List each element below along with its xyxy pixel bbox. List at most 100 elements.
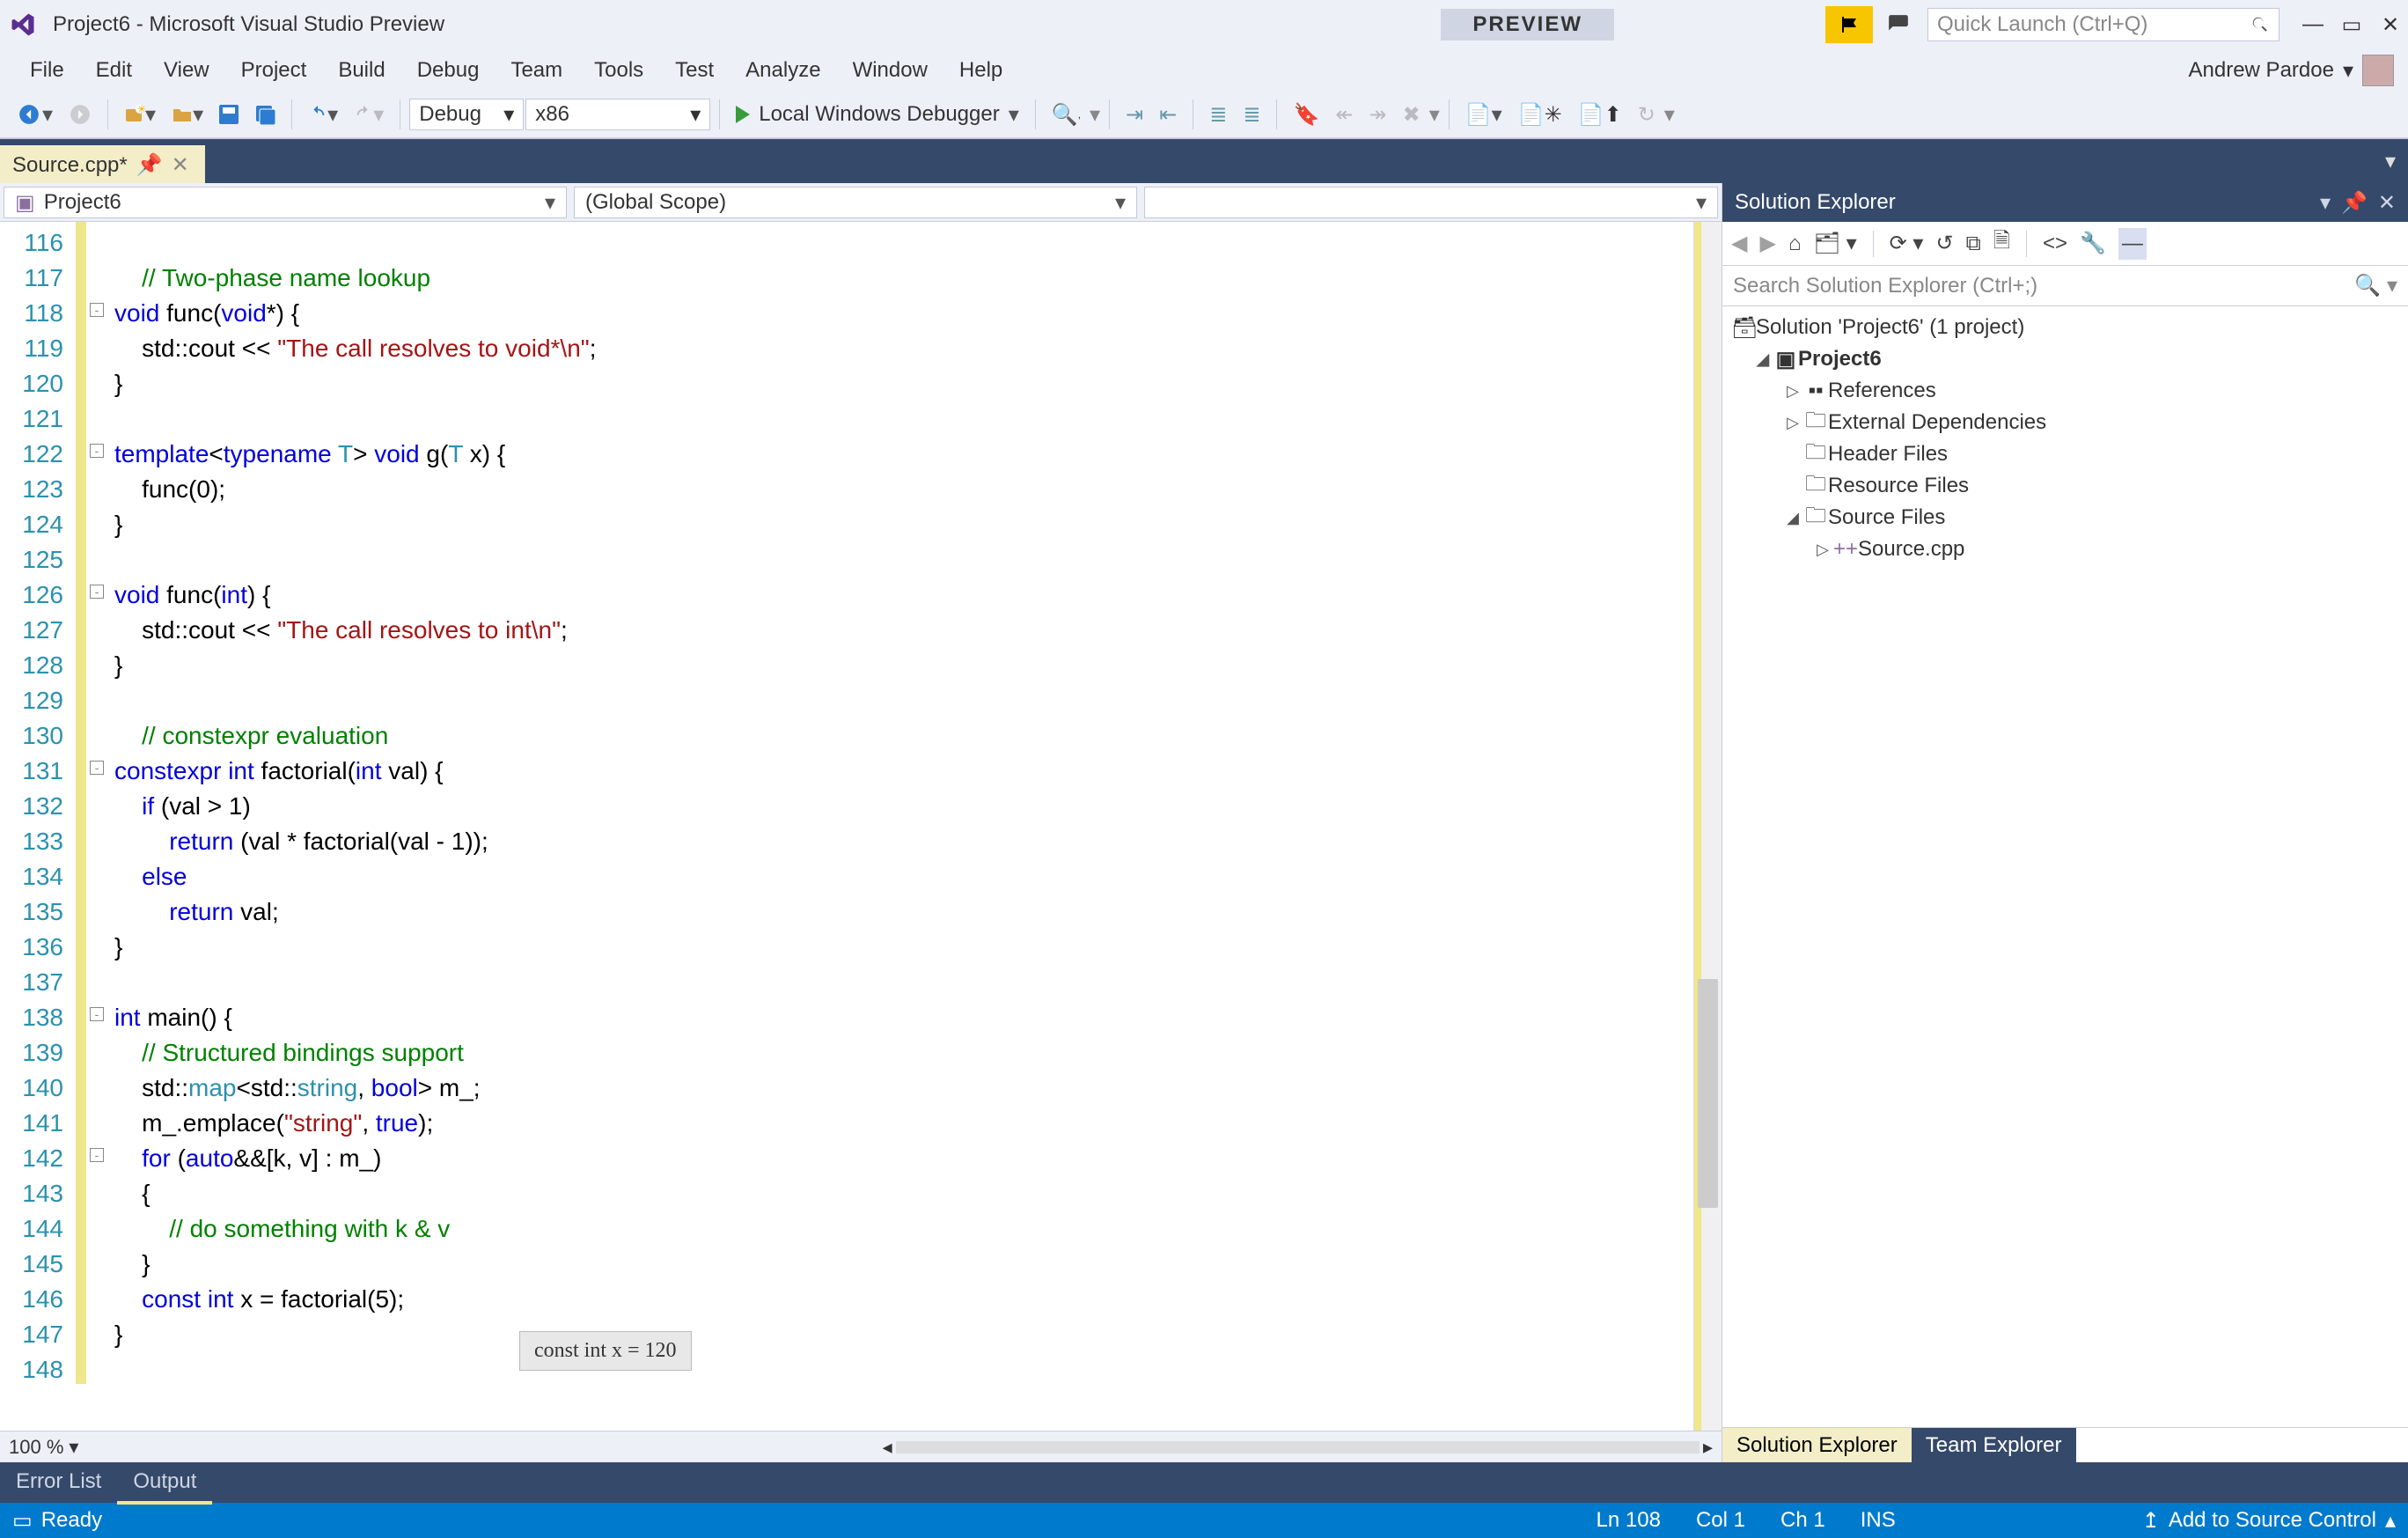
bk-next-button[interactable]: ↠ <box>1362 99 1393 131</box>
project-dropdown[interactable]: ▣Project6▾ <box>4 187 567 218</box>
panel-pin-icon[interactable]: 📌 <box>2341 190 2368 216</box>
solution-config-dropdown[interactable]: Debug▾ <box>409 99 524 130</box>
close-tab-icon[interactable]: ✕ <box>172 152 189 178</box>
play-icon <box>736 106 750 123</box>
menu-project[interactable]: Project <box>225 55 323 86</box>
indent-right-button[interactable]: ≣ <box>1236 99 1267 131</box>
se-refresh-icon[interactable]: ↺ <box>1935 231 1953 256</box>
status-source-control[interactable]: ↥ Add to Source Control ▴ <box>2142 1508 2396 1534</box>
line-number-gutter: 1161171181191201211221231241251261271281… <box>0 222 76 1431</box>
user-name[interactable]: Andrew Pardoe <box>2189 58 2334 83</box>
panel-options-icon[interactable]: ▾ <box>2320 190 2331 216</box>
scope-dropdown[interactable]: (Global Scope)▾ <box>574 187 1137 218</box>
quick-launch-input[interactable]: Quick Launch (Ctrl+Q) <box>1927 8 2280 41</box>
menu-tools[interactable]: Tools <box>578 55 659 86</box>
preview-badge: PREVIEW <box>1441 9 1614 40</box>
tree-source-files[interactable]: ◢🗀Source Files <box>1722 502 2408 534</box>
bookmark-button[interactable]: 🔖 <box>1286 99 1326 131</box>
hscroll-right[interactable]: ▸ <box>1703 1436 1713 1459</box>
document-tab-source[interactable]: Source.cpp* 📌 ✕ <box>0 145 205 183</box>
code-text[interactable]: // Two-phase name lookupvoid func(void*)… <box>107 222 1722 1431</box>
new-class-button[interactable]: 📄✳ <box>1511 99 1569 131</box>
se-solution-icon[interactable]: 🗂 ▾ <box>1813 231 1856 256</box>
solution-search-input[interactable]: Search Solution Explorer (Ctrl+;) 🔍 ▾ <box>1722 266 2408 306</box>
tree-solution[interactable]: 🗃Solution 'Project6' (1 project) <box>1722 312 2408 343</box>
tab-error-list[interactable]: Error List <box>0 1462 117 1505</box>
member-dropdown[interactable]: ▾ <box>1144 187 1718 218</box>
redo-button[interactable]: ▾ <box>347 99 391 131</box>
step-button-2[interactable]: ⇤ <box>1152 99 1184 131</box>
save-all-button[interactable] <box>247 100 283 129</box>
status-line: Ln 108 <box>1597 1508 1661 1533</box>
refresh-button[interactable]: ↻ <box>1631 99 1663 131</box>
minimize-button[interactable]: — <box>2301 12 2325 38</box>
menu-file[interactable]: File <box>14 55 80 86</box>
menu-team[interactable]: Team <box>495 55 578 86</box>
tree-header-files[interactable]: 🗀Header Files <box>1722 438 2408 470</box>
open-file-button[interactable]: ▾ <box>165 99 210 131</box>
menu-edit[interactable]: Edit <box>80 55 148 86</box>
scrollbar-thumb[interactable] <box>1698 979 1718 1208</box>
new-item-button[interactable]: 📄▾ <box>1458 99 1509 131</box>
panel-close-icon[interactable]: ✕ <box>2378 190 2396 216</box>
se-home-icon[interactable]: ⌂ <box>1788 232 1802 256</box>
hscrollbar[interactable] <box>896 1441 1700 1453</box>
start-debugging-button[interactable]: Local Windows Debugger ▾ <box>729 99 1026 131</box>
code-editor[interactable]: 1161171181191201211221231241251261271281… <box>0 222 1722 1431</box>
menu-help[interactable]: Help <box>943 55 1018 86</box>
fold-margin[interactable]: ------ <box>86 222 107 1431</box>
tab-solution-explorer[interactable]: Solution Explorer <box>1722 1428 1912 1462</box>
pin-icon[interactable]: 📌 <box>136 152 163 178</box>
new-enum-button[interactable]: 📄⬆ <box>1571 99 1629 131</box>
close-button[interactable]: ✕ <box>2378 12 2403 38</box>
tree-source-cpp[interactable]: ▷++Source.cpp <box>1722 534 2408 565</box>
bk-prev-button[interactable]: ↞ <box>1328 99 1360 131</box>
menu-debug[interactable]: Debug <box>401 55 496 86</box>
se-back-icon[interactable]: ◀ <box>1731 231 1747 256</box>
tree-references[interactable]: ▷▪▪References <box>1722 375 2408 407</box>
solution-explorer-header[interactable]: Solution Explorer ▾ 📌 ✕ <box>1722 183 2408 222</box>
solution-tree[interactable]: 🗃Solution 'Project6' (1 project) ◢▣Proje… <box>1722 306 2408 1427</box>
restore-button[interactable]: ▭ <box>2339 12 2364 38</box>
se-code-icon[interactable]: <> <box>2043 232 2067 256</box>
status-ins: INS <box>1861 1508 1896 1533</box>
tab-output[interactable]: Output <box>117 1462 212 1505</box>
menu-view[interactable]: View <box>148 55 225 86</box>
menu-analyze[interactable]: Analyze <box>730 55 836 86</box>
save-button[interactable] <box>212 101 246 128</box>
tab-team-explorer[interactable]: Team Explorer <box>1912 1428 2076 1462</box>
zoom-level[interactable]: 100 %▾ <box>9 1436 78 1459</box>
chevron-down-icon[interactable]: ▾ <box>2343 58 2353 84</box>
menu-test[interactable]: Test <box>659 55 730 86</box>
indent-left-button[interactable]: ≣ <box>1202 99 1234 131</box>
undo-button[interactable]: ▾ <box>301 99 345 131</box>
find-in-files-button[interactable]: 🔍, <box>1045 99 1088 131</box>
notification-flag-icon[interactable] <box>1825 6 1873 43</box>
feedback-icon[interactable] <box>1880 6 1917 43</box>
evaluation-tooltip: const int x = 120 <box>519 1331 692 1371</box>
solution-platform-dropdown[interactable]: x86▾ <box>525 99 710 130</box>
menu-build[interactable]: Build <box>322 55 400 86</box>
hscroll-left[interactable]: ◂ <box>883 1436 892 1459</box>
enhanced-scrollbar[interactable] <box>1693 222 1722 1431</box>
nav-forward-button[interactable] <box>62 99 99 129</box>
se-properties-icon[interactable]: 🔧 <box>2080 231 2106 256</box>
se-sync-icon[interactable]: ⟳ ▾ <box>1890 231 1924 256</box>
step-button-1[interactable]: ⇥ <box>1119 99 1150 131</box>
tree-resource-files[interactable]: 🗀Resource Files <box>1722 470 2408 502</box>
tree-external-deps[interactable]: ▷🗀External Dependencies <box>1722 407 2408 438</box>
avatar[interactable] <box>2362 55 2394 86</box>
se-preview-icon[interactable]: — <box>2118 228 2147 260</box>
window-title: Project6 - Microsoft Visual Studio Previ… <box>53 12 444 37</box>
status-window-icon: ▭ <box>12 1508 33 1534</box>
se-collapse-icon[interactable]: ⧉ <box>1966 232 1981 256</box>
tab-overflow-icon[interactable]: ▾ <box>2385 149 2396 174</box>
change-margin <box>76 222 86 1431</box>
new-project-button[interactable]: ✳▾ <box>117 99 163 131</box>
tree-project[interactable]: ◢▣Project6 <box>1722 343 2408 375</box>
bk-clear-button[interactable]: ✖ <box>1396 99 1428 131</box>
menu-window[interactable]: Window <box>837 55 943 86</box>
nav-back-button[interactable]: ▾ <box>11 99 60 131</box>
se-forward-icon[interactable]: ▶ <box>1759 231 1775 256</box>
se-show-all-icon[interactable]: 🗎 <box>1993 225 2010 261</box>
